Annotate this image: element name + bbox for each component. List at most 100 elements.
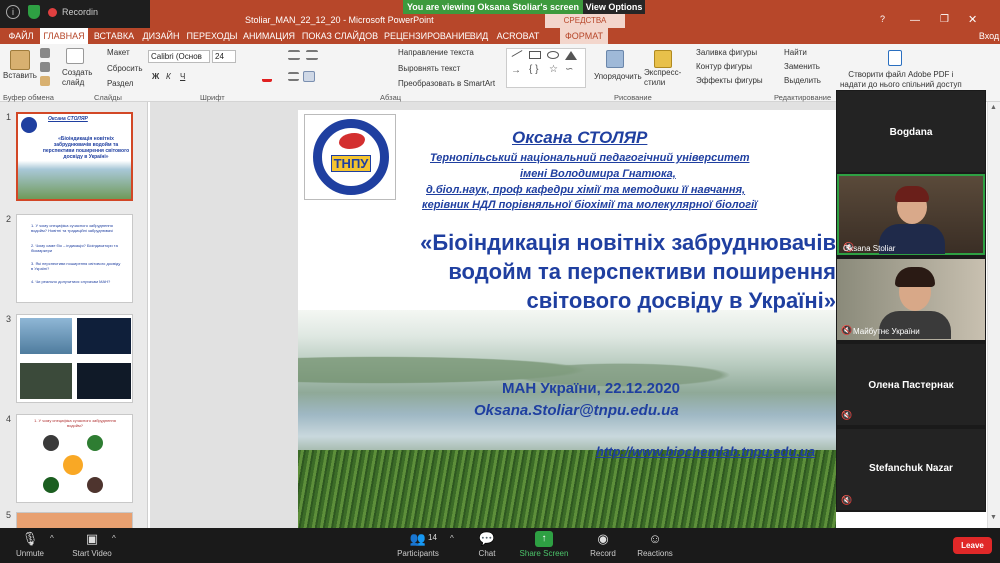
participant-tile[interactable]: 🔇 Майбутнє України <box>837 259 985 340</box>
video-options-chevron-icon[interactable]: ^ <box>112 534 116 543</box>
scroll-down-arrow[interactable]: ▼ <box>990 514 997 521</box>
line-shape-icon[interactable] <box>511 50 523 57</box>
shape-outline-button[interactable]: Контур фигуры <box>696 62 752 71</box>
bold-button[interactable]: Ж <box>152 72 159 81</box>
tab-design[interactable]: ДИЗАЙН <box>140 28 182 44</box>
paste-icon[interactable] <box>10 50 30 70</box>
record-label: Record <box>590 549 616 558</box>
paste-button[interactable]: Вставить <box>3 71 37 80</box>
thumb4-icon <box>63 455 83 475</box>
cut-icon[interactable] <box>40 48 50 58</box>
triangle-shape-icon[interactable] <box>565 51 577 60</box>
chat-label: Chat <box>478 549 496 558</box>
shield-icon[interactable] <box>28 5 40 19</box>
font-color-icon[interactable] <box>262 72 272 82</box>
numbering-icon[interactable] <box>306 50 318 60</box>
align-left-icon[interactable] <box>288 72 299 81</box>
minimize-icon[interactable]: — <box>910 15 920 26</box>
foreground-grass <box>298 450 836 528</box>
signin-link[interactable]: Вход <box>978 28 1000 44</box>
close-icon[interactable]: ✕ <box>968 13 977 26</box>
copy-icon[interactable] <box>40 62 50 72</box>
tab-format[interactable]: ФОРМАТ <box>560 28 608 44</box>
slide-thumb-1[interactable]: Оксана СТОЛЯР «Біоіндикація новітніх заб… <box>16 112 133 201</box>
help-icon[interactable]: ? <box>880 14 885 24</box>
replace-button[interactable]: Заменить <box>784 62 820 71</box>
rectangle-shape-icon[interactable] <box>529 51 541 59</box>
tab-insert[interactable]: ВСТАВКА <box>92 28 136 44</box>
shapes-gallery[interactable]: → { } ☆ ∽ <box>506 48 586 88</box>
slide-thumb-5[interactable] <box>16 512 133 528</box>
degree-line: д.біол.наук, проф кафедри хімії та метод… <box>426 184 746 196</box>
website-link[interactable]: http://www.biochemlab.tnpu.edu.ua <box>596 444 815 459</box>
leave-button[interactable]: Leave <box>953 537 992 554</box>
quick-styles-icon[interactable] <box>654 50 672 68</box>
current-slide[interactable]: ТНПУ Оксана СТОЛЯР Тернопільський націон… <box>298 110 836 528</box>
smartart-button[interactable]: Преобразовать в SmartArt <box>398 79 495 88</box>
tab-transitions[interactable]: ПЕРЕХОДЫ <box>186 28 238 44</box>
tab-view[interactable]: ВИД <box>468 28 490 44</box>
shape-effects-button[interactable]: Эффекты фигуры <box>696 76 763 85</box>
section-button[interactable]: Раздел <box>107 79 133 88</box>
smiley-icon: ☺ <box>648 531 662 546</box>
shape-fill-button[interactable]: Заливка фигуры <box>696 48 757 57</box>
participants-chevron-icon[interactable]: ^ <box>450 534 454 543</box>
reset-button[interactable]: Сбросить <box>107 64 143 73</box>
text-direction-button[interactable]: Направление текста <box>398 48 474 57</box>
editing-group-label: Редактирование <box>774 93 832 102</box>
align-text-button[interactable]: Выровнять текст <box>398 64 460 73</box>
slide-thumb-3[interactable] <box>16 314 133 403</box>
font-group-label: Шрифт <box>200 93 225 102</box>
unmute-button[interactable]: 🎙 Unmute <box>10 528 50 563</box>
vertical-scrollbar[interactable]: ▲ ▼ <box>987 102 1000 528</box>
star-shape-icon[interactable]: ☆ <box>549 64 558 75</box>
quick-styles-button[interactable]: Экспресс- стили <box>644 68 681 88</box>
curve-shape-icon[interactable]: ∽ <box>565 64 573 75</box>
scroll-up-arrow[interactable]: ▲ <box>990 104 997 111</box>
thumb3-photo <box>20 363 72 399</box>
arrow-shape-icon[interactable]: → <box>511 65 521 76</box>
participant-tile[interactable]: Stefanchuk Nazar 🔇 <box>837 429 985 510</box>
new-slide-icon[interactable] <box>66 48 84 64</box>
oval-shape-icon[interactable] <box>547 51 559 59</box>
tab-home[interactable]: ГЛАВНАЯ <box>40 28 88 44</box>
reactions-button[interactable]: ☺ Reactions <box>634 528 676 563</box>
new-slide-button[interactable]: Создать слайд <box>62 68 92 88</box>
share-screen-button[interactable]: ↑ Share Screen <box>516 528 572 563</box>
slide-thumb-4[interactable]: 1. У чому специфіка сучасного забрудненн… <box>16 414 133 503</box>
participant-tile[interactable]: 🔇 Oksana Stoliar <box>837 174 985 255</box>
layout-button[interactable]: Макет <box>107 48 130 57</box>
audio-options-chevron-icon[interactable]: ^ <box>50 534 54 543</box>
brace-shape-icon[interactable]: { } <box>529 64 538 75</box>
tab-acrobat[interactable]: ACROBAT <box>496 28 540 44</box>
logo-text: ТНПУ <box>331 155 371 172</box>
select-button[interactable]: Выделить <box>784 76 821 85</box>
arrange-icon[interactable] <box>606 50 624 68</box>
tab-file[interactable]: ФАЙЛ <box>6 28 36 44</box>
format-painter-icon[interactable] <box>40 76 50 86</box>
participant-tile[interactable]: Bogdana <box>837 91 985 172</box>
adobe-pdf-icon[interactable] <box>888 50 902 66</box>
participant-tile[interactable]: Олена Пастернак 🔇 <box>837 344 985 425</box>
font-size-select[interactable]: 24 <box>212 50 236 63</box>
chat-button[interactable]: 💬 Chat <box>470 528 504 563</box>
participants-video-panel: Bogdana 🔇 Oksana Stoliar 🔇 Майбутнє Укра… <box>836 90 986 512</box>
adobe-pdf-button[interactable]: Створити файл Adobe PDF і надати до ньог… <box>840 70 962 90</box>
underline-button[interactable]: Ч <box>180 72 185 81</box>
view-options-button[interactable]: View Options <box>583 0 645 14</box>
record-button[interactable]: ◉ Record <box>584 528 622 563</box>
font-name-select[interactable]: Calibri (Основ <box>148 50 210 63</box>
italic-button[interactable]: К <box>166 72 171 81</box>
tab-slideshow[interactable]: ПОКАЗ СЛАЙДОВ <box>300 28 380 44</box>
tab-review[interactable]: РЕЦЕНЗИРОВАНИЕ <box>384 28 471 44</box>
find-button[interactable]: Найти <box>784 48 807 57</box>
align-center-icon[interactable] <box>303 71 315 82</box>
restore-icon[interactable]: ❐ <box>940 14 949 25</box>
thumb4-title: 1. У чому специфіка сучасного забрудненн… <box>34 418 116 428</box>
tab-animation[interactable]: АНИМАЦИЯ <box>242 28 296 44</box>
zoom-info-icon[interactable]: i <box>6 5 20 19</box>
slide-thumb-2[interactable]: 1. У чому специфіка сучасного забрудненн… <box>16 214 133 303</box>
thumb2-item: 4. Чи реально долучитися слухачам МАН? <box>31 279 111 284</box>
arrange-button[interactable]: Упорядочить <box>594 72 642 81</box>
bullets-icon[interactable] <box>288 50 300 60</box>
